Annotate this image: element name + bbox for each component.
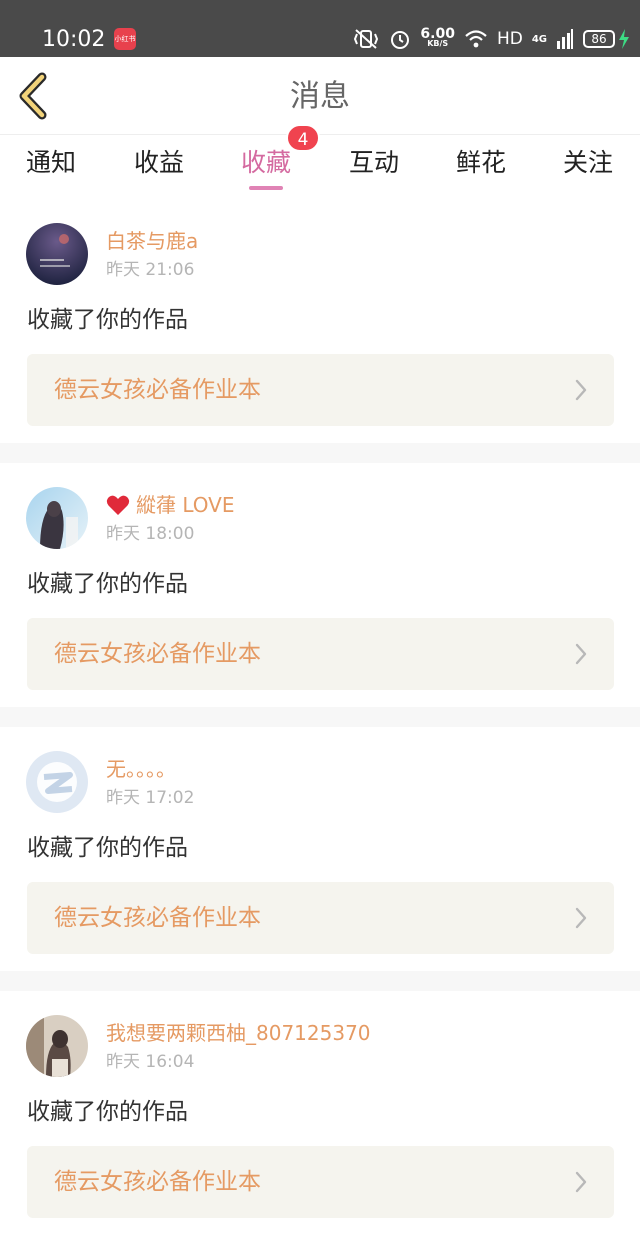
favorites-count-badge: 4 bbox=[286, 124, 320, 152]
chevron-right-icon bbox=[575, 379, 587, 401]
user-name[interactable]: 縱葎 LOVE bbox=[106, 491, 235, 519]
work-link[interactable]: 德云女孩必备作业本 bbox=[27, 1146, 614, 1218]
work-title: 德云女孩必备作业本 bbox=[54, 1169, 261, 1195]
active-tab-indicator bbox=[249, 186, 283, 190]
alarm-icon bbox=[391, 31, 410, 49]
tab-flowers[interactable]: 鲜花 bbox=[456, 143, 506, 183]
dark-night-avatar-icon bbox=[26, 223, 88, 285]
action-text: 收藏了你的作品 bbox=[27, 835, 188, 861]
avatar[interactable] bbox=[26, 487, 88, 549]
work-title: 德云女孩必备作业本 bbox=[54, 905, 261, 931]
work-link[interactable]: 德云女孩必备作业本 bbox=[27, 882, 614, 954]
notification-item[interactable]: 无。。。。 昨天 17:02 收藏了你的作品 德云女孩必备作业本 bbox=[0, 727, 640, 971]
default-qq-avatar-icon bbox=[26, 751, 88, 813]
heart-icon bbox=[106, 495, 130, 515]
status-time: 10:02 bbox=[42, 27, 106, 52]
notification-list: 白茶与鹿a 昨天 21:06 收藏了你的作品 德云女孩必备作业本 縱葎 LOVE bbox=[0, 199, 640, 1235]
work-link[interactable]: 德云女孩必备作业本 bbox=[27, 354, 614, 426]
tab-notifications[interactable]: 通知 bbox=[26, 143, 76, 183]
notification-item[interactable]: 我想要两颗西柚_807125370 昨天 16:04 收藏了你的作品 德云女孩必… bbox=[0, 991, 640, 1235]
charging-icon bbox=[619, 29, 629, 49]
user-name[interactable]: 无。。。。 bbox=[106, 755, 176, 783]
girl-photo-avatar-icon bbox=[26, 1015, 88, 1077]
tab-interactions[interactable]: 互动 bbox=[349, 143, 399, 183]
avatar[interactable] bbox=[26, 223, 88, 285]
work-title: 德云女孩必备作业本 bbox=[54, 641, 261, 667]
divider bbox=[0, 707, 640, 727]
timestamp: 昨天 21:06 bbox=[106, 260, 195, 280]
avatar[interactable] bbox=[26, 751, 88, 813]
network-type: 4G bbox=[531, 33, 547, 45]
tab-earnings[interactable]: 收益 bbox=[134, 143, 184, 183]
notification-item[interactable]: 縱葎 LOVE 昨天 18:00 收藏了你的作品 德云女孩必备作业本 bbox=[0, 463, 640, 707]
battery-indicator: 86 bbox=[583, 29, 630, 49]
action-text: 收藏了你的作品 bbox=[27, 307, 188, 333]
work-link[interactable]: 德云女孩必备作业本 bbox=[27, 618, 614, 690]
timestamp: 昨天 18:00 bbox=[106, 524, 195, 544]
status-icons: 6.00 KB/S HD 4G 86 bbox=[352, 24, 630, 54]
status-bar: 10:02 小红书 6.00 KB/S HD 4G 86 bbox=[0, 0, 640, 57]
girl-sky-avatar-icon bbox=[26, 487, 88, 549]
app-header: 消息 bbox=[0, 57, 640, 135]
notification-item[interactable]: 白茶与鹿a 昨天 21:06 收藏了你的作品 德云女孩必备作业本 bbox=[0, 199, 640, 443]
action-text: 收藏了你的作品 bbox=[27, 571, 188, 597]
work-title: 德云女孩必备作业本 bbox=[54, 377, 261, 403]
page-title: 消息 bbox=[290, 79, 350, 114]
signal-icon bbox=[557, 29, 573, 49]
timestamp: 昨天 17:02 bbox=[106, 788, 195, 808]
divider bbox=[0, 443, 640, 463]
network-speed: 6.00 KB/S bbox=[420, 26, 455, 48]
hd-indicator: HD bbox=[496, 29, 523, 49]
timestamp: 昨天 16:04 bbox=[106, 1052, 195, 1072]
tab-follows[interactable]: 关注 bbox=[563, 143, 613, 183]
battery-level: 86 bbox=[583, 30, 615, 48]
user-name[interactable]: 白茶与鹿a bbox=[106, 227, 198, 255]
xiaohongshu-app-icon: 小红书 bbox=[114, 28, 136, 50]
avatar[interactable] bbox=[26, 1015, 88, 1077]
tab-bar: 通知 收益 收藏 互动 鲜花 关注 bbox=[0, 135, 640, 193]
action-text: 收藏了你的作品 bbox=[27, 1099, 188, 1125]
divider bbox=[0, 971, 640, 991]
chevron-right-icon bbox=[575, 643, 587, 665]
vibrate-icon bbox=[354, 29, 379, 49]
tab-favorites[interactable]: 收藏 bbox=[241, 143, 291, 183]
user-name[interactable]: 我想要两颗西柚_807125370 bbox=[106, 1019, 371, 1047]
chevron-right-icon bbox=[575, 907, 587, 929]
chevron-right-icon bbox=[575, 1171, 587, 1193]
wifi-icon bbox=[465, 30, 487, 48]
